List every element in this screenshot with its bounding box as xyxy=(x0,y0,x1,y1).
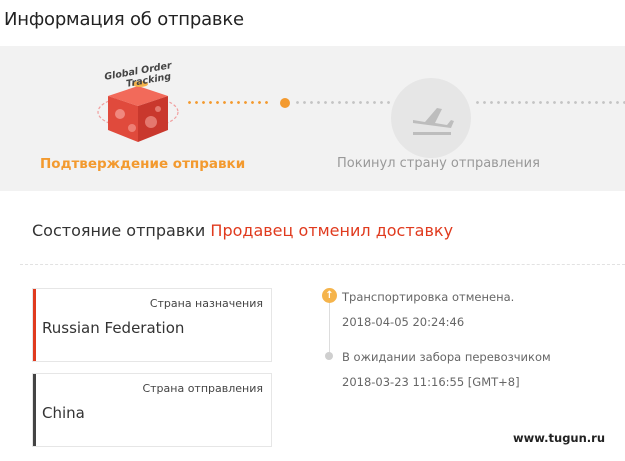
progress-dots-pending xyxy=(294,101,390,104)
destination-value: Russian Federation xyxy=(42,319,185,337)
card-accent-bar xyxy=(33,374,36,446)
latest-event-icon: ↑ xyxy=(322,288,337,303)
event-time: 2018-04-05 20:24:46 xyxy=(342,315,465,329)
watermark: www.tugun.ru xyxy=(513,431,606,445)
event-text: Транспортировка отменена. xyxy=(342,290,515,304)
progress-current-marker xyxy=(280,98,290,108)
tracking-progress-panel: Global Order Tracking Подтверждение отпр… xyxy=(0,46,625,191)
shipment-status: Состояние отправки Продавец отменил дост… xyxy=(32,221,453,240)
section-divider xyxy=(20,264,625,265)
event-dot-icon xyxy=(325,352,333,360)
progress-dots-future xyxy=(474,101,625,104)
origin-country-card: Страна отправления China xyxy=(32,373,272,447)
origin-value: China xyxy=(42,404,85,422)
destination-country-card: Страна назначения Russian Federation xyxy=(32,288,272,362)
card-accent-bar xyxy=(33,289,36,361)
departure-plane-icon xyxy=(391,78,471,158)
origin-label: Страна отправления xyxy=(142,382,263,395)
step-departed-label: Покинул страну отправления xyxy=(337,156,540,171)
event-text: В ожидании забора перевозчиком xyxy=(342,350,551,364)
timeline-line xyxy=(329,302,330,356)
progress-dots-complete xyxy=(186,101,272,104)
page-title: Информация об отправке xyxy=(4,9,244,30)
status-value: Продавец отменил доставку xyxy=(210,221,454,240)
status-label: Состояние отправки xyxy=(32,221,206,240)
step-confirmation-label: Подтверждение отправки xyxy=(40,156,246,172)
event-time: 2018-03-23 11:16:55 [GMT+8] xyxy=(342,375,520,389)
destination-label: Страна назначения xyxy=(149,297,263,310)
